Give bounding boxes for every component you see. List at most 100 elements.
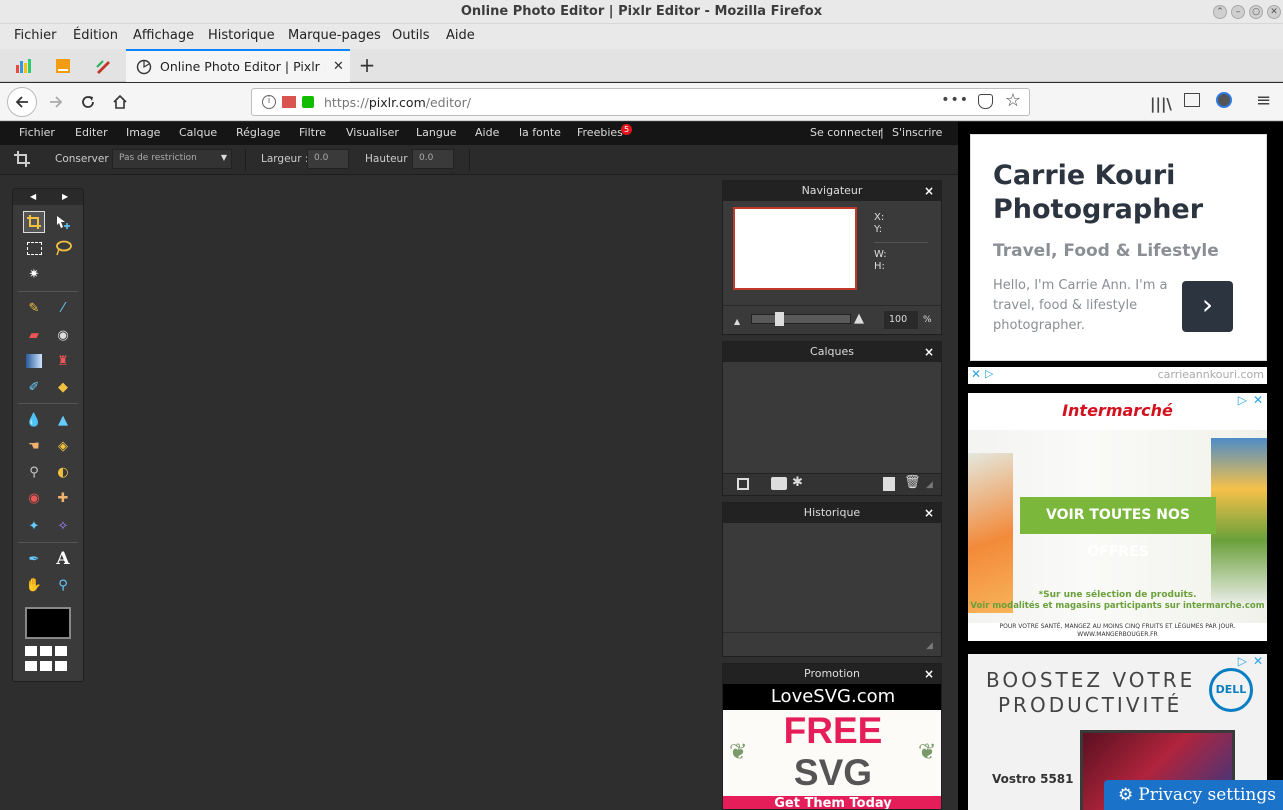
close-icon[interactable]: × bbox=[924, 342, 934, 362]
drawing-tool[interactable]: ◆ bbox=[52, 376, 74, 398]
hand-tool[interactable]: ✋ bbox=[23, 574, 45, 596]
lock-icon[interactable] bbox=[302, 96, 314, 108]
burn-tool[interactable]: ◐ bbox=[52, 461, 74, 483]
adchoices-icon[interactable]: ▷ bbox=[1238, 654, 1247, 668]
adchoices-icon[interactable]: ▷ bbox=[1238, 393, 1247, 407]
pixlr-menu-reglage[interactable]: Réglage bbox=[236, 126, 280, 139]
ad-intermarche-cta[interactable]: VOIR TOUTES NOS OFFRES bbox=[1020, 497, 1216, 560]
window-close-button[interactable]: ✕ bbox=[1267, 5, 1281, 19]
grid-toggle[interactable] bbox=[25, 646, 71, 672]
tab-active[interactable]: Online Photo Editor | Pixlr Edi ✕ bbox=[126, 49, 350, 82]
tab-close-icon[interactable]: ✕ bbox=[333, 59, 344, 74]
resize-handle-icon[interactable]: ◢ bbox=[926, 641, 933, 651]
toolbox-expand-icon[interactable]: ▶ bbox=[62, 189, 68, 205]
blur-tool[interactable]: 💧 bbox=[23, 409, 45, 431]
reload-button[interactable] bbox=[73, 87, 103, 117]
sharpen-tool[interactable]: ▲ bbox=[52, 409, 74, 431]
bookmark-star-icon[interactable]: ☆ bbox=[1005, 90, 1021, 111]
zoom-in-icon[interactable]: ▲ bbox=[854, 311, 864, 326]
magic-wand-tool[interactable]: ✷ bbox=[23, 263, 45, 285]
smudge-tool[interactable]: ☚ bbox=[23, 435, 45, 457]
marquee-tool[interactable] bbox=[23, 237, 45, 259]
pixlr-menu-visualiser[interactable]: Visualiser bbox=[346, 126, 399, 139]
dodge-tool[interactable]: ⚲ bbox=[23, 461, 45, 483]
page-actions-icon[interactable]: ••• bbox=[941, 92, 969, 108]
paint-bucket-tool[interactable]: ◉ bbox=[52, 324, 74, 346]
close-icon[interactable]: × bbox=[924, 181, 934, 201]
promo-banner[interactable]: FREE SVG Get Them Today ❦ ❦ bbox=[723, 710, 941, 809]
pixlr-menu-aide[interactable]: Aide bbox=[475, 126, 499, 139]
toolbox-collapse-icon[interactable]: ◀ bbox=[30, 189, 36, 205]
pinned-tab-3[interactable] bbox=[83, 49, 123, 82]
color-replace-tool[interactable]: ✐ bbox=[23, 376, 45, 398]
menu-affichage[interactable]: Affichage bbox=[133, 28, 194, 43]
ad-intermarche[interactable]: Intermarché ▷ ✕ VOIR TOUTES NOS OFFRES *… bbox=[968, 393, 1267, 641]
window-minimize-button[interactable]: – bbox=[1231, 5, 1245, 19]
adchoices-icon[interactable]: ▷ bbox=[985, 367, 993, 380]
resize-handle-icon[interactable]: ◢ bbox=[926, 480, 933, 490]
red-eye-tool[interactable]: ◉ bbox=[23, 487, 45, 509]
zoom-input[interactable]: 100 bbox=[884, 311, 918, 329]
keep-ratio-select[interactable]: Pas de restriction ▼ bbox=[112, 149, 232, 169]
lasso-tool[interactable] bbox=[52, 237, 74, 259]
pocket-icon[interactable] bbox=[978, 94, 993, 109]
type-tool[interactable]: A bbox=[52, 548, 74, 570]
new-tab-button[interactable]: + bbox=[354, 53, 380, 79]
layer-settings-icon[interactable] bbox=[737, 478, 749, 490]
account-icon[interactable] bbox=[1216, 92, 1232, 108]
url-bar[interactable]: i https://pixlr.com/editor/ ••• ☆ bbox=[251, 88, 1030, 116]
pinch-tool[interactable]: ✧ bbox=[52, 515, 74, 537]
ad-close-icon[interactable]: ✕ bbox=[1253, 393, 1263, 407]
tracking-blocked-icon[interactable] bbox=[282, 96, 296, 108]
pixlr-menu-editer[interactable]: Editer bbox=[75, 126, 108, 139]
pixlr-menu-freebies[interactable]: Freebies bbox=[577, 126, 623, 139]
menu-edition[interactable]: Édition bbox=[73, 28, 118, 43]
home-button[interactable] bbox=[105, 87, 135, 117]
bloat-tool[interactable]: ✦ bbox=[23, 515, 45, 537]
color-picker-tool[interactable]: ✒ bbox=[23, 548, 45, 570]
privacy-settings-button[interactable]: ⚙ Privacy settings bbox=[1104, 780, 1283, 810]
pixlr-menu-image[interactable]: Image bbox=[126, 126, 160, 139]
brush-tool[interactable]: ⁄ bbox=[52, 297, 74, 319]
ad-carrie[interactable]: Carrie Kouri Photographer Travel, Food &… bbox=[970, 134, 1267, 361]
info-icon[interactable]: i bbox=[262, 95, 276, 109]
color-swatch[interactable] bbox=[25, 607, 71, 639]
menu-historique[interactable]: Historique bbox=[208, 28, 275, 43]
zoom-slider[interactable] bbox=[751, 314, 851, 324]
layer-mask-icon[interactable] bbox=[771, 477, 787, 490]
new-layer-icon[interactable] bbox=[883, 477, 895, 491]
ad-close-icon[interactable]: ✕ bbox=[1253, 654, 1263, 668]
ad-carrie-next-button[interactable]: › bbox=[1182, 281, 1233, 332]
menu-fichier[interactable]: Fichier bbox=[14, 28, 57, 43]
sponge-tool[interactable]: ◈ bbox=[52, 435, 74, 457]
crop-tool[interactable] bbox=[23, 211, 45, 233]
close-icon[interactable]: × bbox=[924, 503, 934, 523]
library-icon[interactable]: |||\ bbox=[1150, 95, 1172, 113]
pixlr-menu-fichier[interactable]: Fichier bbox=[19, 126, 55, 139]
pixlr-menu-la-fonte[interactable]: la fonte bbox=[519, 126, 561, 139]
pixlr-menu-calque[interactable]: Calque bbox=[179, 126, 217, 139]
move-tool[interactable] bbox=[52, 211, 74, 233]
forward-button[interactable] bbox=[41, 87, 71, 117]
height-input[interactable]: 0.0 bbox=[412, 149, 454, 169]
menu-marque-pages[interactable]: Marque-pages bbox=[288, 28, 381, 43]
layer-fx-icon[interactable]: ✱ bbox=[792, 475, 803, 490]
zoom-tool[interactable]: ⚲ bbox=[52, 574, 74, 596]
zoom-out-icon[interactable]: ▲ bbox=[734, 317, 740, 326]
hamburger-menu-icon[interactable]: ≡ bbox=[1256, 90, 1271, 111]
login-link[interactable]: Se connecter bbox=[810, 126, 882, 139]
close-icon[interactable]: × bbox=[924, 664, 934, 684]
clone-stamp-tool[interactable]: ♜ bbox=[52, 350, 74, 372]
pixlr-menu-langue[interactable]: Langue bbox=[416, 126, 457, 139]
pinned-tab-2[interactable] bbox=[43, 49, 83, 82]
ad-carrie-domain[interactable]: carrieannkouri.com bbox=[1158, 368, 1264, 381]
navigator-preview[interactable] bbox=[733, 207, 857, 290]
menu-aide[interactable]: Aide bbox=[446, 28, 475, 43]
window-maximize-button[interactable]: ○ bbox=[1249, 5, 1263, 19]
spot-heal-tool[interactable]: ✚ bbox=[52, 487, 74, 509]
gradient-tool[interactable] bbox=[23, 350, 45, 372]
sidebar-icon[interactable] bbox=[1184, 93, 1200, 107]
menu-outils[interactable]: Outils bbox=[392, 28, 430, 43]
pinned-tab-1[interactable] bbox=[3, 49, 43, 82]
width-input[interactable]: 0.0 bbox=[307, 149, 349, 169]
